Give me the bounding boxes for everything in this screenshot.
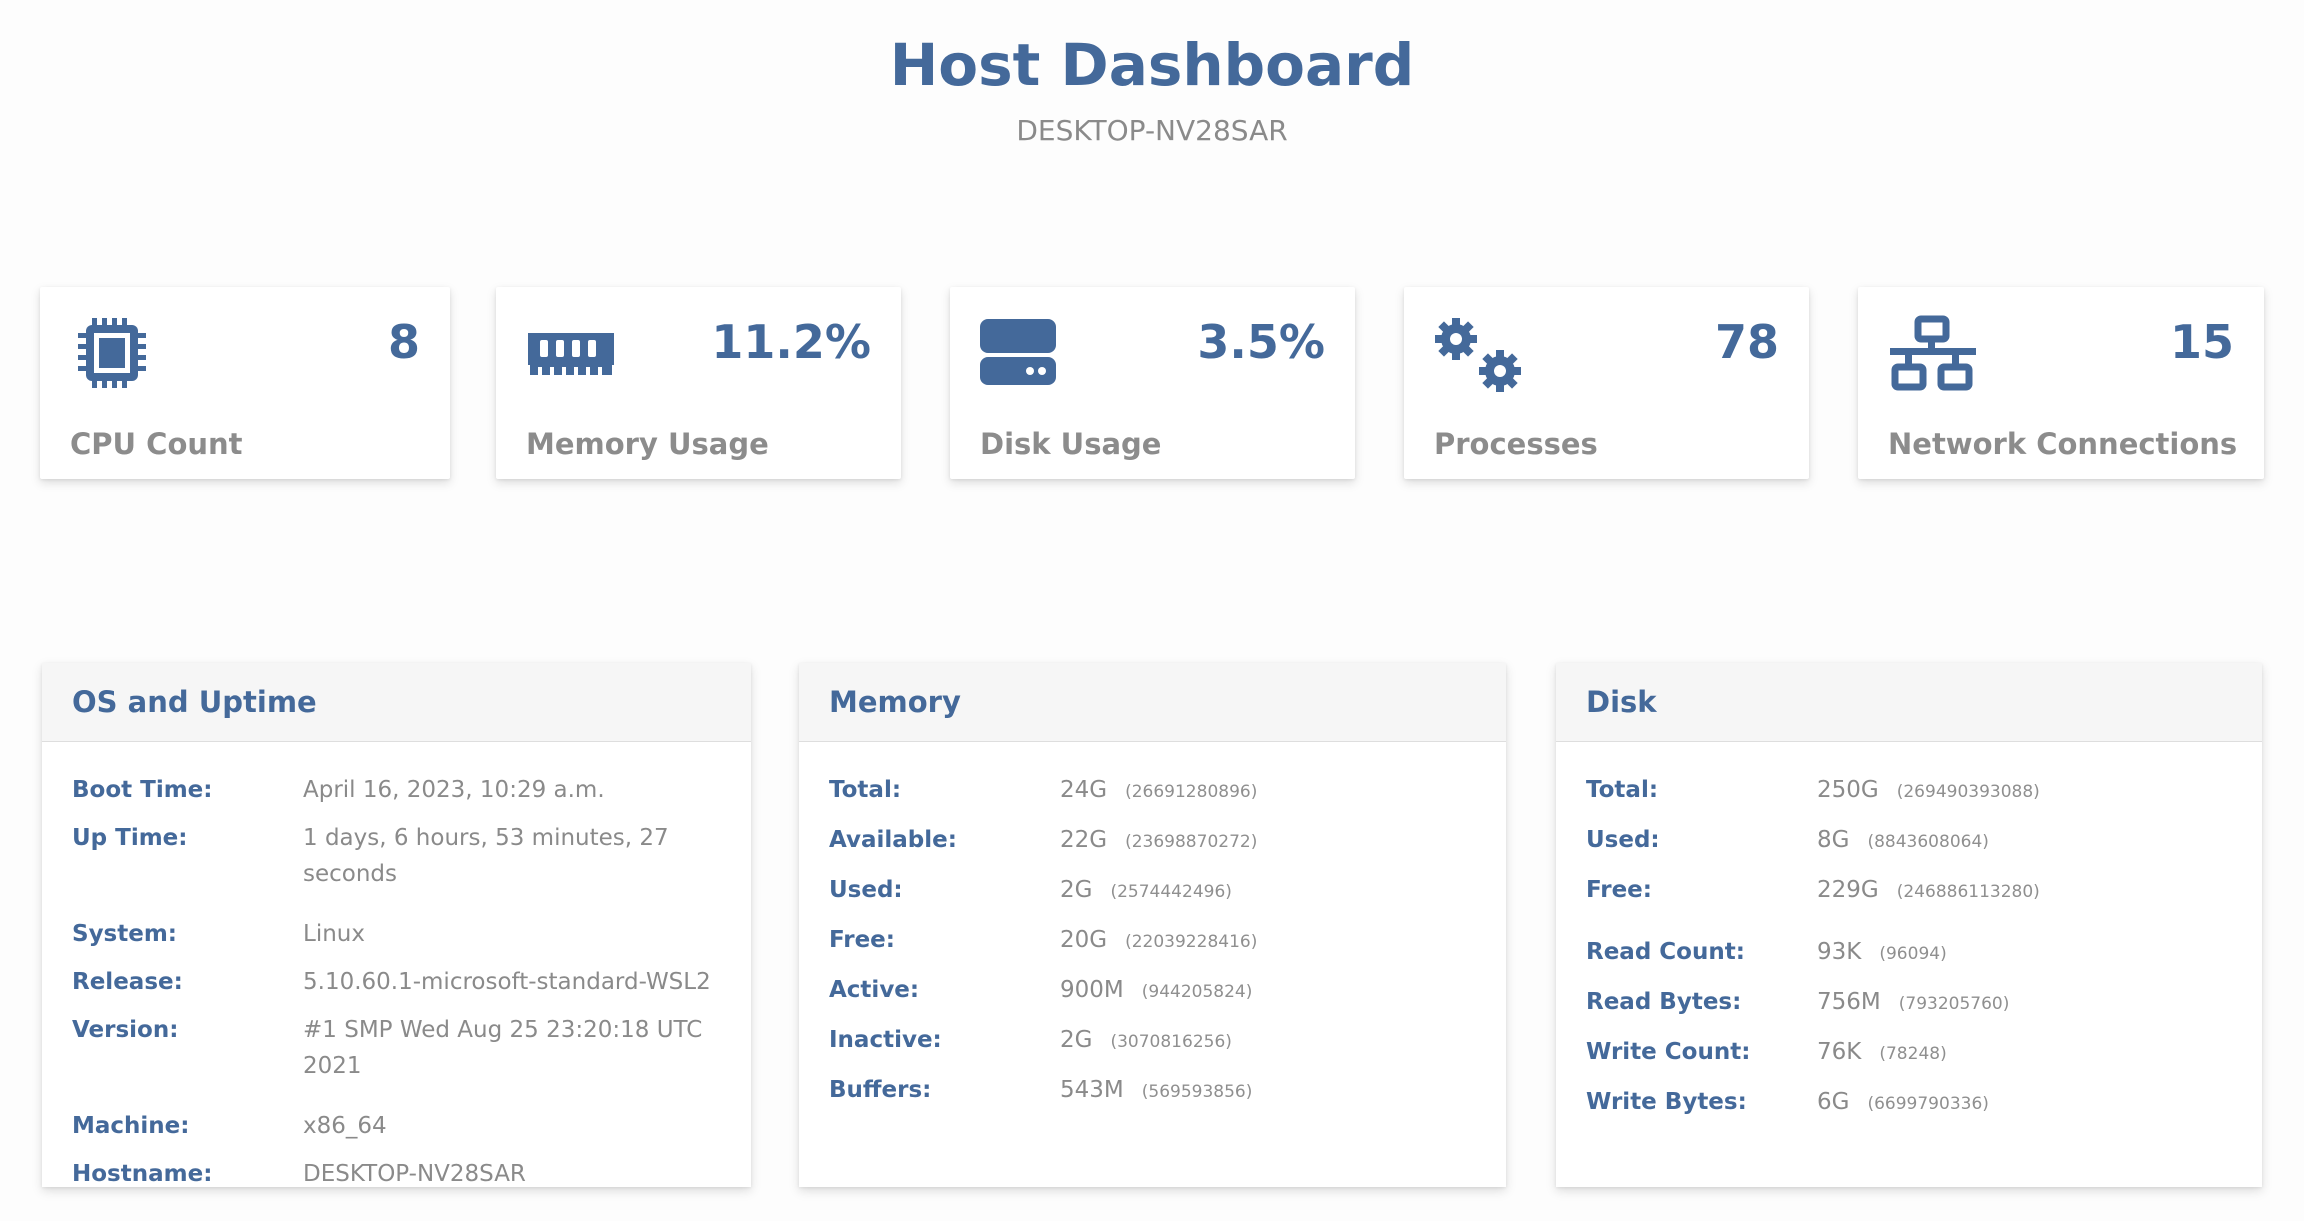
cpu-count-value: 8 — [387, 315, 420, 369]
panel-header: OS and Uptime — [42, 663, 751, 742]
panel-title: OS and Uptime — [72, 685, 317, 719]
disk-usage-value: 3.5% — [1197, 315, 1325, 369]
stat-card-processes: 78 Processes — [1404, 287, 1809, 479]
page-title: Host Dashboard — [889, 31, 1415, 99]
stat-card-cpu: 8 CPU Count — [40, 287, 450, 479]
memory-usage-label: Memory Usage — [526, 427, 769, 461]
memory-row-buffers: Buffers: 543M (569593856) — [829, 1077, 1253, 1103]
os-row-boot-time: Boot Time: April 16, 2023, 10:29 a.m. — [72, 777, 605, 803]
os-row-machine: Machine: x86_64 — [72, 1113, 387, 1139]
panel-disk: Disk Total: 250G (269490393088) Used: 8G(… — [1556, 663, 2262, 1187]
disk-usage-label: Disk Usage — [980, 427, 1162, 461]
panel-header: Memory — [799, 663, 1506, 742]
disk-row-write-count: Write Count: 76K (78248) — [1586, 1039, 1947, 1065]
processes-value: 78 — [1714, 315, 1779, 369]
stat-card-network: 15 Network Connections — [1858, 287, 2264, 479]
memory-row-free: Free: 20G (22039228416) — [829, 927, 1258, 953]
processes-label: Processes — [1434, 427, 1598, 461]
disk-row-total: Total: 250G (269490393088) — [1586, 777, 2040, 803]
memory-icon — [528, 333, 614, 375]
panel-title: Memory — [829, 685, 961, 719]
disk-row-used: Used: 8G (8843608064) — [1586, 827, 1989, 853]
cpu-count-label: CPU Count — [70, 427, 243, 461]
memory-row-inactive: Inactive: 2G (3070816256) — [829, 1027, 1232, 1053]
stat-card-memory: 11.2% Memory Usage — [496, 287, 901, 479]
disk-row-read-count: Read Count: 93K (96094) — [1586, 939, 1947, 965]
detail-panels: OS and Uptime Boot Time: April 16, 2023,… — [42, 663, 2262, 1187]
os-row-system: System: Linux — [72, 921, 365, 947]
os-row-version: Version: #1 SMP Wed Aug 25 23:20:18 UTC … — [72, 1017, 703, 1079]
page-subtitle-hostname: DESKTOP-NV28SAR — [1016, 114, 1288, 147]
panel-header: Disk — [1556, 663, 2262, 742]
memory-row-used: Used: 2G (2574442496) — [829, 877, 1232, 903]
os-row-release: Release: 5.10.60.1-microsoft-standard-WS… — [72, 969, 711, 995]
cpu-icon — [78, 318, 146, 388]
memory-row-total: Total: 24G (26691280896) — [829, 777, 1258, 803]
gears-icon — [1435, 318, 1521, 392]
os-row-up-time: Up Time: 1 days, 6 hours, 53 minutes, 27… — [72, 825, 669, 887]
disk-row-free: Free: 229G (246886113280) — [1586, 877, 2040, 903]
page-header: Host Dashboard DESKTOP-NV28SAR — [0, 0, 2304, 280]
network-connections-label: Network Connections — [1888, 427, 2238, 461]
stats-row: 8 CPU Count 11.2% Memory Usage 3.5% Disk… — [40, 287, 2264, 479]
panel-os-uptime: OS and Uptime Boot Time: April 16, 2023,… — [42, 663, 751, 1187]
disk-row-write-bytes: Write Bytes: 6G (6699790336) — [1586, 1089, 1989, 1115]
network-icon — [1890, 315, 1976, 391]
disk-row-read-bytes: Read Bytes: 756M (793205760) — [1586, 989, 2010, 1015]
memory-usage-value: 11.2% — [711, 315, 871, 369]
os-row-hostname: Hostname: DESKTOP-NV28SAR — [72, 1161, 526, 1187]
panel-memory: Memory Total: 24G (26691280896) Available… — [799, 663, 1506, 1187]
memory-row-active: Active: 900M (944205824) — [829, 977, 1253, 1003]
panel-title: Disk — [1586, 685, 1657, 719]
memory-row-available: Available: 22G (23698870272) — [829, 827, 1258, 853]
network-connections-value: 15 — [2169, 315, 2234, 369]
hard-drive-icon — [980, 319, 1056, 385]
stat-card-disk: 3.5% Disk Usage — [950, 287, 1355, 479]
